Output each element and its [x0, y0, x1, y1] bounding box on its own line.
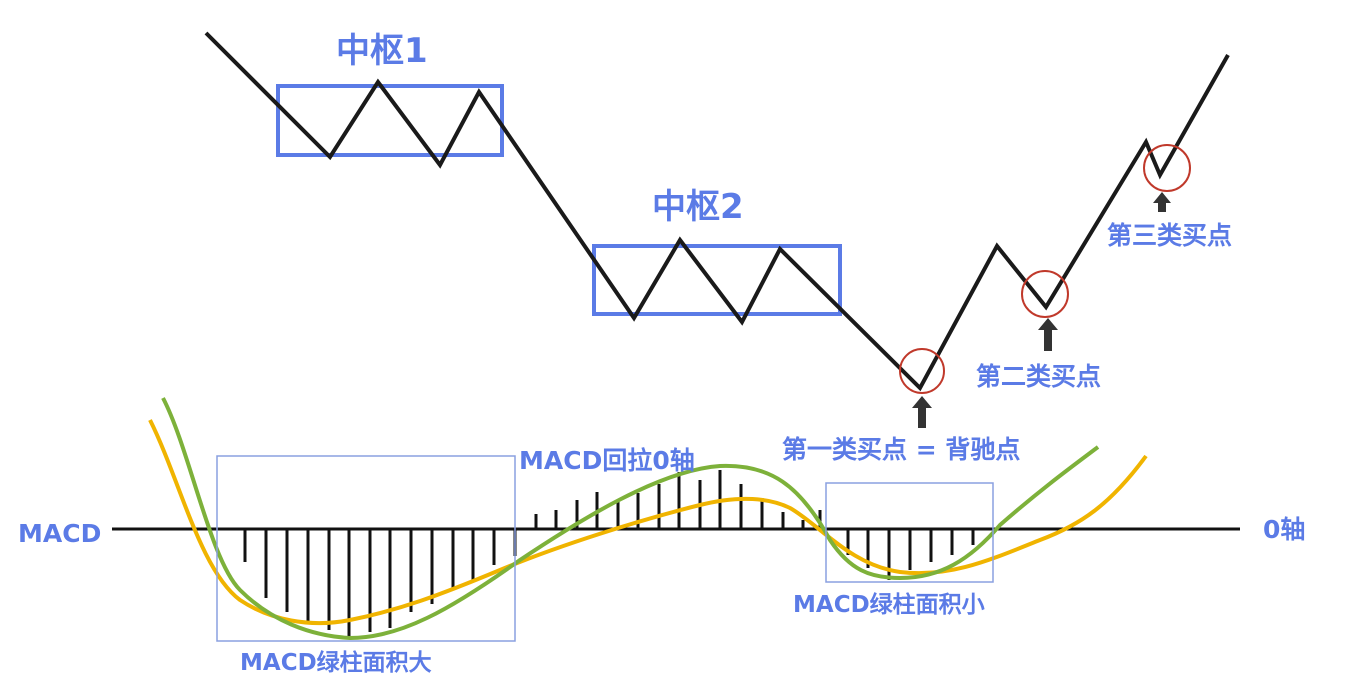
zone2-box — [592, 244, 842, 316]
pullback-label: MACD回拉0轴 — [519, 446, 695, 475]
macd-label: MACD — [18, 519, 101, 548]
buy-point-1-label: 第一类买点 = 背驰点 — [782, 435, 1020, 464]
chan-theory-diagram: 中枢1 中枢2 第一类买点 = 背驰点 第二类买点 第三类买点 MACD 0轴 … — [0, 0, 1369, 680]
diagram-canvas: 中枢1 中枢2 第一类买点 = 背驰点 第二类买点 第三类买点 MACD 0轴 … — [18, 31, 1305, 676]
zero-axis-label: 0轴 — [1263, 515, 1305, 544]
zone1-label: 中枢1 — [336, 31, 428, 71]
green-area-small-label: MACD绿柱面积小 — [793, 591, 985, 618]
up-arrow-icon — [1038, 318, 1058, 351]
zone2-label: 中枢2 — [652, 187, 744, 227]
up-arrow-icon — [1153, 192, 1171, 212]
red-circle-icon — [1143, 144, 1191, 192]
buy-point-3-label: 第三类买点 — [1107, 221, 1232, 250]
red-circle-icon — [1021, 270, 1069, 318]
up-arrow-icon — [912, 396, 932, 428]
buy-point-2-label: 第二类买点 — [976, 362, 1101, 391]
green-area-large-label: MACD绿柱面积大 — [240, 649, 432, 676]
